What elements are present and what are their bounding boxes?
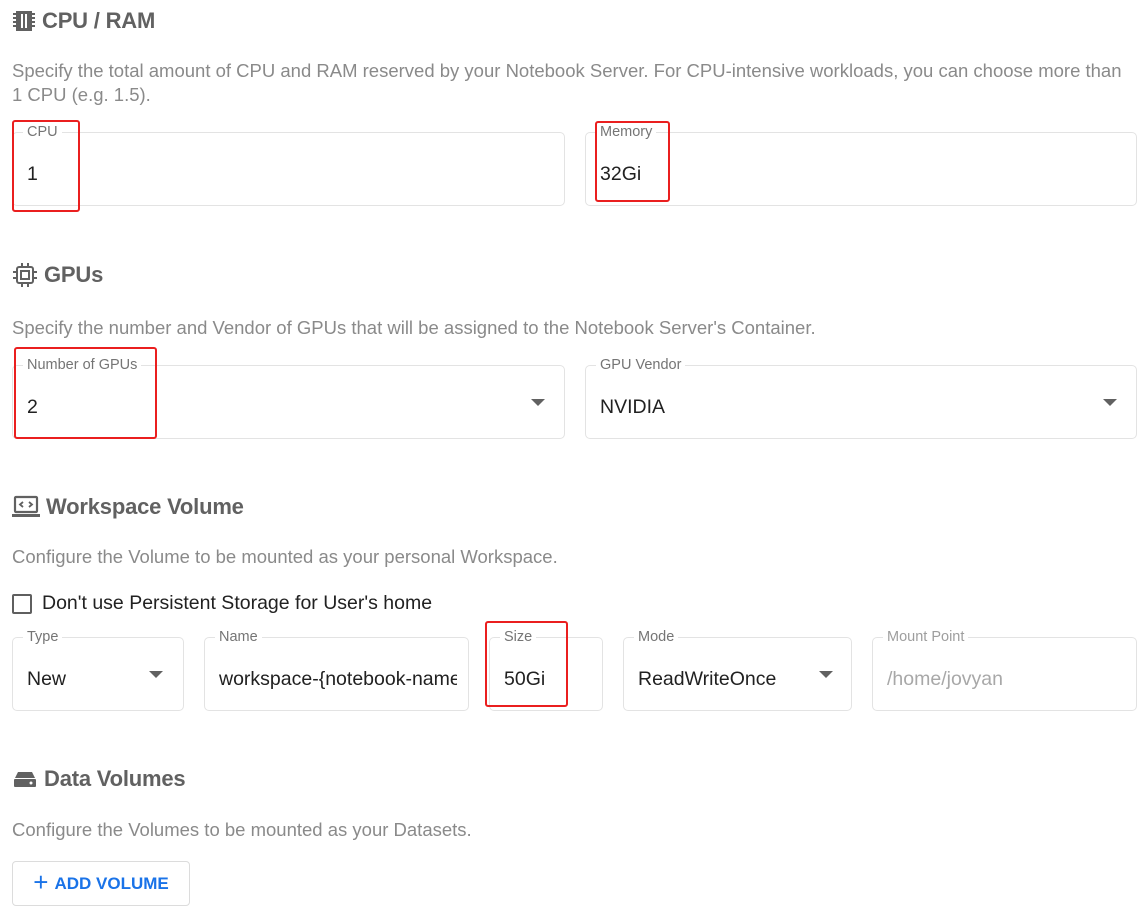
cpu-field[interactable]: CPU 1	[12, 123, 565, 206]
workspace-volume-heading: Workspace Volume	[12, 494, 244, 520]
storage-drive-icon	[12, 768, 38, 790]
volume-mode-label: Mode	[634, 628, 679, 646]
workspace-description: Configure the Volume to be mounted as yo…	[12, 546, 558, 567]
volume-size-field[interactable]: Size 50Gi	[489, 628, 603, 711]
gpus-description: Specify the number and Vendor of GPUs th…	[12, 317, 816, 338]
volume-type-select[interactable]: Type New	[12, 628, 184, 711]
gpu-vendor-value: NVIDIA	[600, 396, 666, 418]
mount-point-field: Mount Point /home/jovyan	[872, 628, 1137, 711]
add-volume-label: ADD VOLUME	[54, 873, 169, 893]
number-of-gpus-value: 2	[27, 396, 38, 418]
volume-name-label: Name	[215, 628, 262, 646]
laptop-code-icon	[12, 494, 40, 520]
volume-name-field[interactable]: Name workspace-{notebook-name}	[204, 628, 469, 711]
cpu-ram-description: Specify the total amount of CPU and RAM …	[12, 60, 1122, 105]
no-persistent-storage-option[interactable]: Don't use Persistent Storage for User's …	[12, 592, 432, 615]
gpu-vendor-label: GPU Vendor	[596, 356, 686, 374]
cpu-ram-heading: CPU / RAM	[12, 8, 155, 34]
volume-size-label: Size	[500, 628, 537, 646]
volume-mode-value: ReadWriteOnce	[638, 668, 777, 690]
data-volumes-heading: Data Volumes	[12, 766, 186, 792]
volume-name-input[interactable]: workspace-{notebook-name}	[219, 668, 457, 691]
section-title: CPU / RAM	[42, 8, 156, 33]
volume-type-label: Type	[23, 628, 63, 646]
data-volumes-description: Configure the Volumes to be mounted as y…	[12, 819, 472, 840]
dropdown-arrow-icon[interactable]	[819, 671, 833, 678]
cpu-input[interactable]: 1	[27, 163, 38, 186]
gpu-chip-icon	[12, 262, 38, 288]
mount-point-input: /home/jovyan	[887, 668, 1003, 690]
memory-label: Memory	[596, 123, 657, 141]
no-persistent-storage-checkbox[interactable]	[12, 593, 32, 614]
plus-icon: +	[33, 867, 49, 897]
section-title: GPUs	[44, 262, 104, 287]
memory-input[interactable]: 32Gi	[600, 163, 641, 186]
mount-point-label: Mount Point	[883, 628, 969, 646]
dropdown-arrow-icon[interactable]	[1103, 399, 1117, 406]
add-volume-button[interactable]: + ADD VOLUME	[12, 861, 190, 906]
no-persistent-storage-label: Don't use Persistent Storage for User's …	[42, 592, 433, 614]
section-title: Workspace Volume	[46, 494, 244, 519]
gpu-vendor-select[interactable]: GPU Vendor NVIDIA	[585, 356, 1137, 439]
volume-mode-select[interactable]: Mode ReadWriteOnce	[623, 628, 852, 711]
dropdown-arrow-icon[interactable]	[531, 399, 545, 406]
memory-chip-icon	[12, 9, 36, 33]
memory-field[interactable]: Memory 32Gi	[585, 123, 1137, 206]
cpu-label: CPU	[23, 123, 62, 141]
gpus-heading: GPUs	[12, 262, 103, 288]
volume-size-input[interactable]: 50Gi	[504, 668, 545, 691]
volume-type-value: New	[27, 668, 67, 690]
number-of-gpus-label: Number of GPUs	[23, 356, 142, 374]
section-title: Data Volumes	[44, 766, 186, 791]
number-of-gpus-select[interactable]: Number of GPUs 2	[12, 356, 565, 439]
dropdown-arrow-icon[interactable]	[149, 671, 163, 678]
